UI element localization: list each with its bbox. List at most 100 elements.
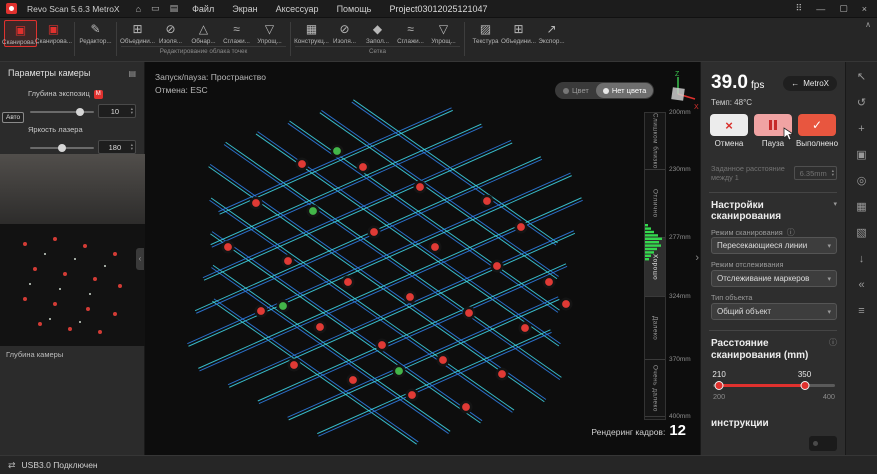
menu-help[interactable]: Помощь (337, 4, 372, 14)
laser-input[interactable]: 180 ▴▾ (98, 140, 136, 154)
mesh-tool-icon[interactable]: ▦ (856, 202, 866, 213)
spinner-arrows-icon[interactable]: ▴▾ (832, 169, 836, 178)
scale-tick: 324mm (669, 293, 691, 300)
toolbar-construct-button[interactable]: ▦ Конструкц... (295, 20, 328, 45)
toolbar-fill-button[interactable]: ◆ Запол... (361, 20, 394, 45)
expand-panel-chevron[interactable]: › (695, 252, 699, 264)
slider-handle-high[interactable] (800, 381, 809, 390)
cancel-x-icon: × (725, 119, 733, 132)
toolbar-simplify-button[interactable]: ▽ Упрощ... (253, 20, 286, 45)
axis-gizmo[interactable]: Z X (657, 68, 700, 112)
home-icon[interactable]: ⌂ (136, 4, 141, 14)
toolbar-separator (116, 22, 117, 56)
smooth-icon: ≈ (407, 22, 414, 37)
toolbar-separator (290, 22, 291, 56)
toolbar-detect-button[interactable]: △ Обнар... (187, 20, 220, 45)
info-icon[interactable]: ⓘ (829, 338, 837, 348)
menu-file[interactable]: Файл (192, 4, 214, 14)
toolbar-scan-button[interactable]: ▣ Сканирова... (4, 20, 37, 47)
smooth-icon: ≈ (233, 22, 240, 37)
laser-slider[interactable] (30, 147, 94, 149)
fit-view-tool-icon[interactable]: ▣ (856, 150, 866, 161)
color-mode-toggle[interactable]: Цвет Нет цвета (555, 82, 654, 99)
laser-brightness-label: Яркость лазера (28, 125, 83, 134)
maximize-button[interactable]: ▢ (839, 3, 848, 14)
object-type-select[interactable]: Общий объект ▾ (711, 303, 837, 320)
scale-tick: 230mm (669, 166, 691, 173)
chevron-down-icon: ▾ (827, 242, 831, 250)
scale-tick: 400mm (669, 413, 691, 420)
pause-button[interactable]: Пауза (753, 114, 793, 148)
no-color-option[interactable]: Нет цвета (596, 83, 654, 98)
panel-collapse-chevron[interactable]: ‹ (136, 248, 144, 270)
pause-icon (769, 120, 777, 130)
scanner-icon: ▣ (15, 23, 26, 38)
detect-icon: △ (199, 22, 208, 37)
toolbar-separator (464, 22, 465, 56)
isolate-icon: ⊘ (339, 22, 349, 37)
copy-icon[interactable]: ▤ (128, 69, 136, 78)
done-button[interactable]: ✓ Выполнено (797, 114, 837, 148)
scan-settings-header[interactable]: Настройки сканирования ▾ (711, 200, 837, 222)
exposure-input[interactable]: 10 ▴▾ (98, 104, 136, 118)
toolbar-isolate-button[interactable]: ⊘ Изоля... (154, 20, 187, 45)
line-distance-input[interactable]: 6.35mm ▴▾ (794, 166, 837, 180)
clip-tool-icon[interactable]: ▧ (856, 228, 866, 239)
tracking-mode-select[interactable]: Отслеживание маркеров ▾ (711, 270, 837, 287)
toolbar-collapse-icon[interactable]: ∧ (865, 20, 871, 29)
auto-tab[interactable]: Авто (2, 112, 24, 123)
instructions-thumbnail[interactable] (809, 436, 837, 451)
check-icon: ✓ (812, 118, 822, 132)
scan-distance-slider[interactable]: 210 350 200 400 (713, 370, 835, 404)
toolbar-editor-button[interactable]: ✎ Редактор... (79, 20, 112, 45)
chevron-down-icon: ▾ (833, 200, 837, 208)
spinner-arrows-icon[interactable]: ▴▾ (131, 143, 135, 152)
exposure-slider[interactable] (30, 111, 94, 113)
toolbar-merge-button[interactable]: ⊞ Объедини... (121, 20, 154, 45)
spinner-arrows-icon[interactable]: ▴▾ (131, 107, 135, 116)
editor-icon: ✎ (90, 22, 100, 37)
minimize-button[interactable]: — (816, 4, 825, 14)
apps-grid-icon[interactable]: ⠿ (796, 3, 803, 14)
toolbar-merge2-button[interactable]: ⊞ Объедини... (502, 20, 535, 45)
no-color-dot-icon (603, 88, 609, 94)
menu-screen[interactable]: Экран (232, 4, 257, 14)
toolbar-mesh-isolate-button[interactable]: ⊘ Изоля... (328, 20, 361, 45)
menu-accessory[interactable]: Аксессуар (276, 4, 319, 14)
collapse-strip-icon[interactable]: « (858, 280, 864, 291)
folder-icon[interactable]: ▤ (170, 3, 179, 14)
close-button[interactable]: × (862, 4, 867, 14)
toolbar-texture-button[interactable]: ▨ Текстура (469, 20, 502, 45)
exposure-slider-handle[interactable] (76, 108, 84, 116)
instructions-header[interactable]: инструкции (711, 418, 837, 429)
scan-mode-select[interactable]: Пересекающиеся линии ▾ (711, 237, 837, 254)
simplify-icon: ▽ (439, 22, 448, 37)
slider-track[interactable] (713, 384, 835, 387)
menu-tool-icon[interactable]: ≡ (858, 306, 864, 317)
color-option[interactable]: Цвет (556, 83, 596, 98)
laser-slider-handle[interactable] (58, 144, 66, 152)
cursor-tool-icon[interactable]: ↖ (857, 72, 866, 83)
toolbar-mesh-smooth-button[interactable]: ≈ Сглажи... (394, 20, 427, 45)
toolbar-mesh-simplify-button[interactable]: ▽ Упрощ... (427, 20, 460, 45)
scale-tick: 370mm (669, 356, 691, 363)
app-title: Revo Scan 5.6.3 MetroX (27, 4, 120, 14)
toolbar-scan2-button[interactable]: ▣ Сканирова... (37, 20, 70, 47)
chevron-down-icon: ▾ (827, 275, 831, 283)
toolbar-export-button[interactable]: ↗ Экспор... (535, 20, 568, 45)
pan-tool-icon[interactable]: + (858, 124, 864, 135)
slider-handle-low[interactable] (715, 381, 724, 390)
scan-viewport[interactable]: Запуск/пауза: Пространство Отмена: ESC Ц… (145, 62, 700, 455)
marker-tool-icon[interactable]: ◎ (857, 176, 867, 187)
fps-readout: 39.0fps (711, 72, 764, 94)
display-icon[interactable]: ▭ (151, 3, 160, 14)
device-button[interactable]: ← MetroX (783, 76, 837, 91)
rotate-tool-icon[interactable]: ↺ (857, 98, 866, 109)
divider (709, 330, 837, 331)
hint-start-pause: Запуск/пауза: Пространство (155, 71, 266, 84)
cancel-button[interactable]: × Отмена (709, 114, 749, 148)
merge-icon: ⊞ (132, 22, 142, 37)
download-tool-icon[interactable]: ↓ (859, 254, 865, 265)
toolbar-smooth-button[interactable]: ≈ Сглажи... (220, 20, 253, 45)
viewport-tool-strip: ↖ ↺ + ▣ ◎ ▦ ▧ ↓ « ≡ (845, 62, 877, 455)
